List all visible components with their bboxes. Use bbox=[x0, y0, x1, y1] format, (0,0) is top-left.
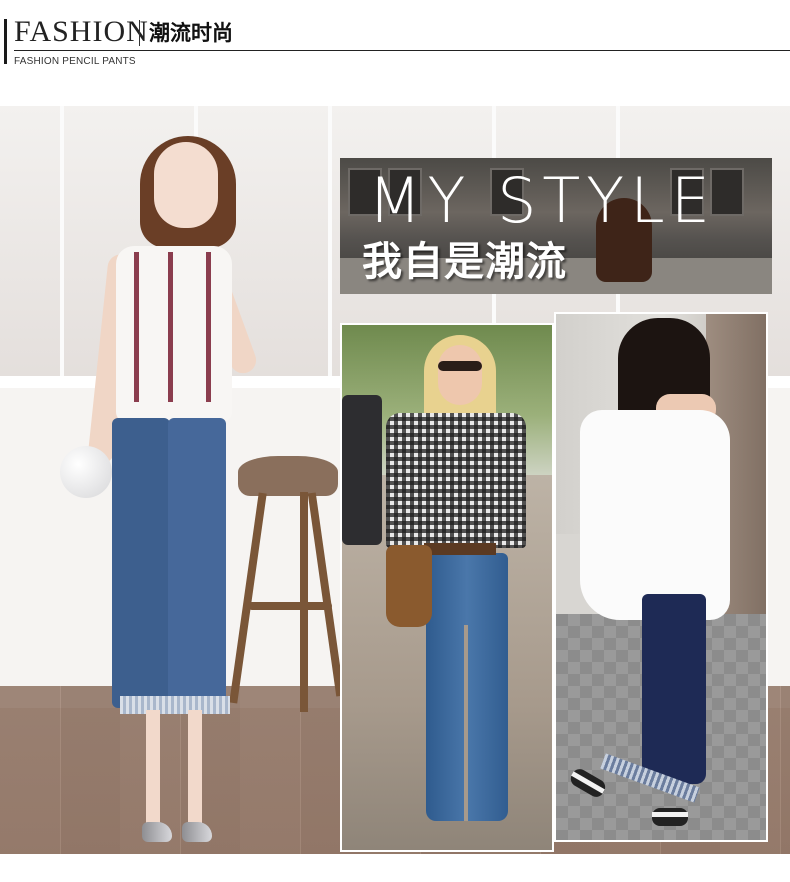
banner-headline-en: MY STYLE bbox=[368, 164, 716, 237]
silver-heel bbox=[142, 822, 172, 842]
leather-belt bbox=[424, 543, 496, 555]
gingham-shirt bbox=[386, 413, 526, 548]
top-embroidery-stripe bbox=[134, 252, 139, 402]
top-embroidery-stripe bbox=[168, 252, 173, 402]
leather-shoulder-bag bbox=[386, 545, 432, 627]
header-subtitle: FASHION PENCIL PANTS bbox=[14, 56, 136, 67]
sandal-strap bbox=[652, 812, 688, 817]
model-face bbox=[438, 345, 482, 405]
round-white-bag bbox=[60, 446, 112, 498]
model-face bbox=[154, 142, 218, 228]
sunglasses bbox=[438, 361, 482, 371]
top-embroidery-stripe bbox=[206, 252, 211, 402]
street-style-photo-1 bbox=[340, 323, 554, 852]
silver-heel bbox=[182, 822, 212, 842]
slide-sandal bbox=[652, 808, 688, 826]
header-title-cn: 潮流时尚 bbox=[149, 21, 233, 45]
header-divider bbox=[139, 20, 140, 46]
bar-stool-seat bbox=[238, 456, 338, 496]
header-accent-bar bbox=[4, 19, 7, 64]
model-ankle bbox=[188, 710, 202, 830]
jeans-fringe-hem bbox=[120, 696, 230, 714]
my-style-banner: MY STYLE 我自是潮流 bbox=[340, 158, 772, 294]
off-shoulder-white-top bbox=[580, 410, 730, 620]
dark-cropped-jeans bbox=[642, 594, 706, 784]
header-title-en: FASHION bbox=[14, 15, 149, 48]
banner-headline-cn: 我自是潮流 bbox=[362, 239, 567, 285]
street-style-photo-2 bbox=[554, 312, 768, 842]
header-rule bbox=[14, 50, 790, 51]
jeans-leg-gap bbox=[464, 625, 468, 821]
flare-jeans-leg bbox=[168, 418, 226, 708]
bar-stool-ring bbox=[248, 602, 332, 610]
model-ankle bbox=[146, 710, 160, 830]
store-window bbox=[0, 106, 66, 376]
parked-car bbox=[342, 395, 382, 545]
flare-jeans-leg bbox=[112, 418, 170, 708]
